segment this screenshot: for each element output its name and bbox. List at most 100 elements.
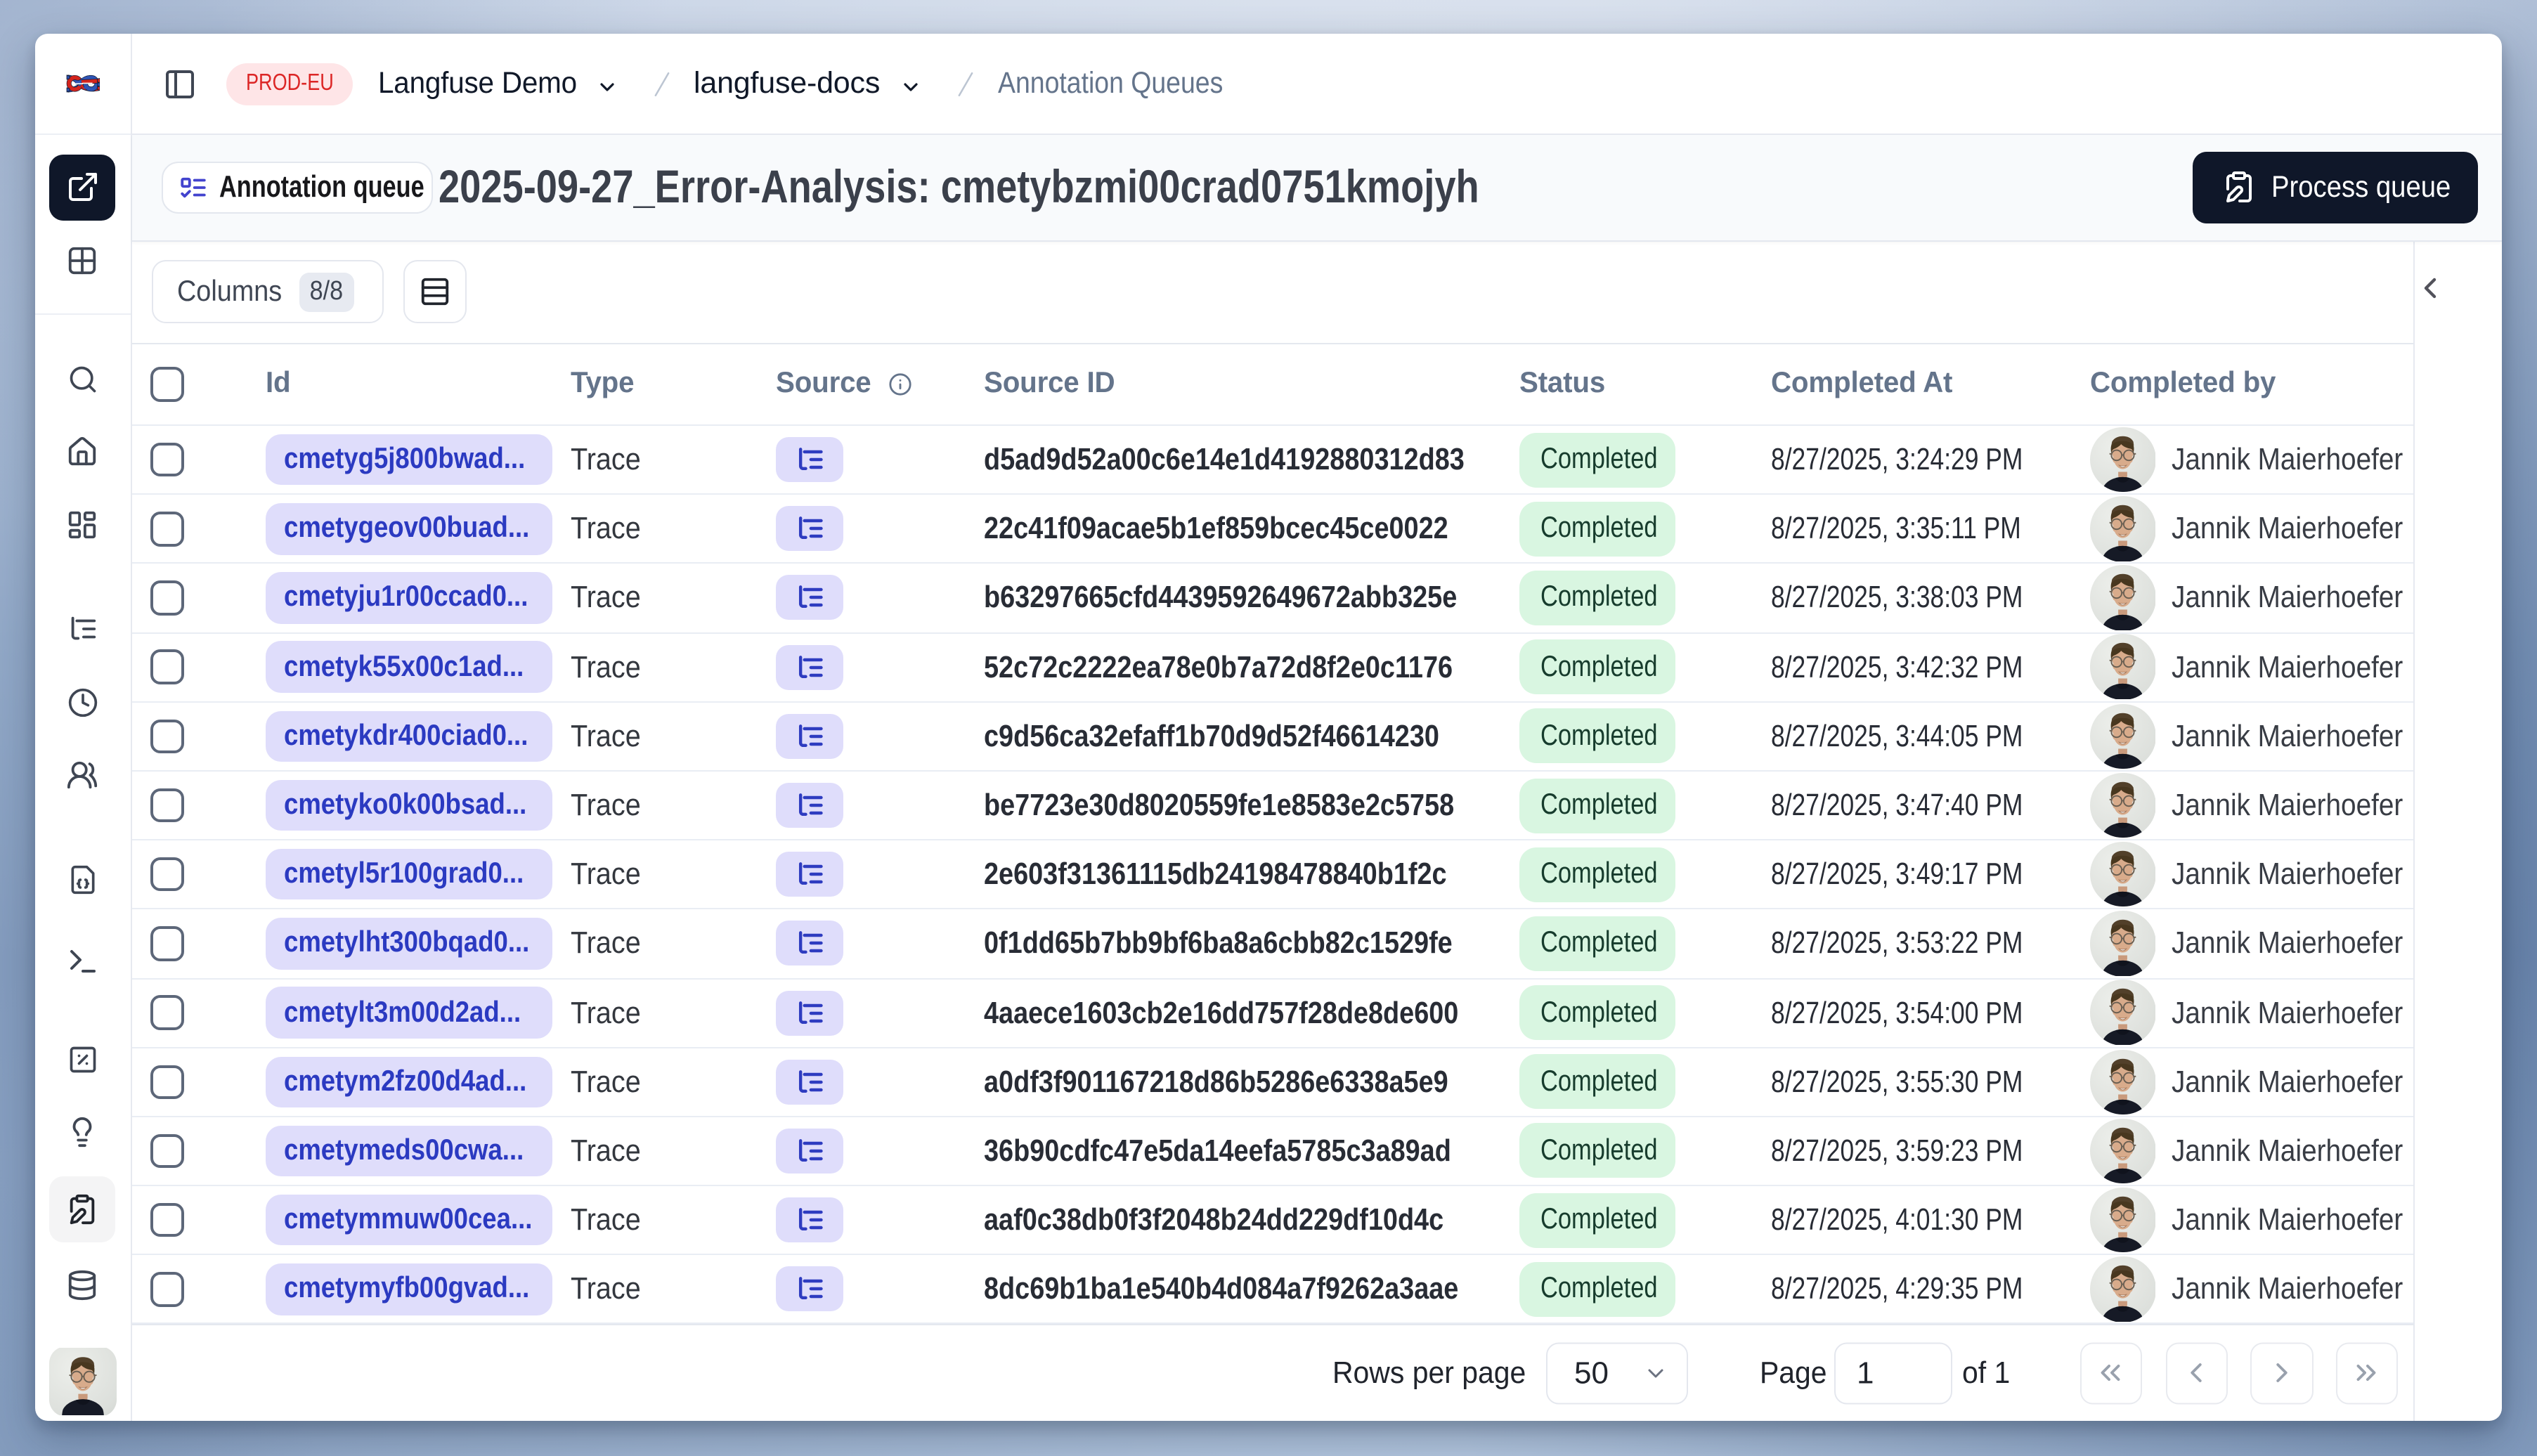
item-id-pill[interactable]: cmetyl5r100grad0... [266, 848, 552, 900]
sidebar-item-judge[interactable] [50, 1099, 116, 1165]
row-checkbox[interactable] [150, 788, 184, 823]
list-tree-icon [798, 516, 823, 540]
column-header-status[interactable]: Status [1498, 368, 1749, 401]
page-number-input[interactable]: 1 [1834, 1342, 1952, 1404]
item-id-pill[interactable]: cmetylht300bqad0... [266, 918, 552, 970]
completed-by-name: Jannik Maierhoefer [2171, 856, 2403, 892]
source-trace-chip[interactable] [776, 575, 843, 620]
table-row[interactable]: cmetym2fz00d4ad... Trace a0df3f901167218… [131, 1048, 2413, 1117]
langfuse-logo-icon[interactable] [65, 72, 100, 96]
table-row[interactable]: cmetymmuw00cea... Trace aaf0c38db0f3f204… [131, 1186, 2413, 1256]
sidebar-item-annotation-queues[interactable] [49, 1176, 116, 1242]
column-header-type[interactable]: Type [550, 368, 755, 401]
sidebar-item-go-to-project[interactable] [49, 154, 116, 220]
table-row[interactable]: cmetykdr400ciad0... Trace c9d56ca32efaff… [131, 703, 2413, 772]
source-trace-chip[interactable] [776, 644, 843, 690]
columns-button[interactable]: Columns 8/8 [152, 259, 384, 324]
breadcrumb-project[interactable]: langfuse-docs [694, 66, 921, 101]
source-trace-chip[interactable] [776, 1059, 843, 1105]
collapse-panel-button[interactable] [2413, 271, 2447, 304]
avatar-photo [2090, 911, 2155, 977]
table-row[interactable]: cmetylht300bqad0... Trace 0f1dd65b7bb9bf… [131, 910, 2413, 979]
next-page-button[interactable] [2250, 1342, 2313, 1404]
sidebar-item-users[interactable] [50, 742, 116, 808]
source-trace-chip[interactable] [776, 852, 843, 897]
row-checkbox[interactable] [150, 512, 184, 547]
table-row[interactable]: cmetyk55x00c1ad... Trace 52c72c2222ea78e… [131, 633, 2413, 703]
item-id-pill[interactable]: cmetygeov00buad... [266, 503, 552, 555]
table-row[interactable]: cmetygeov00buad... Trace 22c41f09acae5b1… [131, 495, 2413, 564]
breadcrumb-org[interactable]: Langfuse Demo [377, 66, 618, 101]
completed-by-avatar [2090, 772, 2155, 838]
source-trace-chip[interactable] [776, 713, 843, 759]
column-header-completed-at[interactable]: Completed At [1749, 368, 2069, 401]
row-checkbox[interactable] [150, 1133, 184, 1169]
sidebar-item-table-view[interactable] [50, 227, 116, 293]
user-avatar[interactable] [49, 1346, 117, 1417]
sidebar-item-prompts[interactable] [50, 846, 116, 912]
source-trace-chip[interactable] [776, 437, 843, 483]
process-queue-button[interactable]: Process queue [2192, 151, 2478, 223]
first-page-button[interactable] [2079, 1342, 2142, 1404]
item-id-pill[interactable]: cmetyju1r00ccad0... [266, 572, 552, 624]
row-checkbox[interactable] [150, 580, 184, 616]
search-icon [70, 365, 96, 392]
last-page-button[interactable] [2335, 1342, 2398, 1404]
column-header-completed-by[interactable]: Completed by [2069, 368, 2413, 401]
row-checkbox[interactable] [150, 857, 184, 892]
avatar-photo [2090, 565, 2155, 631]
clipboard-pen-icon [2221, 171, 2255, 204]
sidebar-item-evaluation[interactable] [50, 1026, 116, 1092]
column-header-source-id[interactable]: Source ID [963, 368, 1498, 401]
row-checkbox[interactable] [150, 1065, 184, 1100]
source-id-text: aaf0c38db0f3f2048b24dd229df10d4c [984, 1202, 1444, 1237]
item-id-pill[interactable]: cmetymeds00cwa... [266, 1125, 552, 1177]
table-row[interactable]: cmetylt3m00d2ad... Trace 4aaece1603cb2e1… [131, 979, 2413, 1048]
item-id-pill[interactable]: cmetyko0k00bsad... [266, 779, 552, 831]
source-trace-chip[interactable] [776, 1197, 843, 1243]
sidebar-item-sessions[interactable] [50, 669, 116, 735]
table-row[interactable]: cmetyg5j800bwad... Trace d5ad9d52a00c6e1… [131, 426, 2413, 495]
item-id-pill[interactable]: cmetymyfb00gvad... [266, 1263, 552, 1315]
table-row[interactable]: cmetyko0k00bsad... Trace be7723e30d80205… [131, 772, 2413, 841]
sidebar-item-playground[interactable] [50, 928, 116, 994]
column-header-id[interactable]: Id [245, 368, 550, 401]
table-row[interactable]: cmetymyfb00gvad... Trace 8dc69b1ba1e540b… [131, 1256, 2413, 1324]
source-trace-chip[interactable] [776, 506, 843, 552]
rows-per-page-select[interactable]: 50 [1546, 1342, 1688, 1404]
source-trace-chip[interactable] [776, 1128, 843, 1174]
item-id-pill[interactable]: cmetylt3m00d2ad... [266, 987, 552, 1039]
sidebar-item-dashboards[interactable] [50, 492, 116, 558]
row-checkbox[interactable] [150, 719, 184, 754]
source-trace-chip[interactable] [776, 990, 843, 1036]
source-trace-chip[interactable] [776, 921, 843, 966]
list-tree-icon [798, 655, 823, 678]
source-trace-chip[interactable] [776, 1266, 843, 1312]
row-checkbox[interactable] [150, 1202, 184, 1237]
item-id-pill[interactable]: cmetymmuw00cea... [266, 1194, 552, 1246]
item-id-pill[interactable]: cmetykdr400ciad0... [266, 710, 552, 762]
table-row[interactable]: cmetymeds00cwa... Trace 36b90cdfc47e5da1… [131, 1117, 2413, 1187]
row-checkbox[interactable] [150, 1272, 184, 1307]
item-id-pill[interactable]: cmetyk55x00c1ad... [266, 641, 552, 693]
row-checkbox[interactable] [150, 442, 184, 477]
row-checkbox[interactable] [150, 649, 184, 684]
completed-at-text: 8/27/2025, 3:35:11 PM [1770, 510, 2020, 546]
prev-page-button[interactable] [2165, 1342, 2228, 1404]
sidebar-toggle-icon[interactable] [162, 67, 196, 100]
row-height-button[interactable] [403, 259, 467, 324]
table-row[interactable]: cmetyju1r00ccad0... Trace b63297665cfd44… [131, 564, 2413, 634]
sidebar-item-tracing[interactable] [50, 596, 116, 662]
sidebar-item-datasets[interactable] [50, 1252, 116, 1318]
avatar-photo [2090, 496, 2155, 562]
item-id-pill[interactable]: cmetym2fz00d4ad... [266, 1056, 552, 1108]
row-checkbox[interactable] [150, 995, 184, 1030]
source-trace-chip[interactable] [776, 783, 843, 828]
select-all-checkbox[interactable] [150, 367, 184, 401]
row-checkbox[interactable] [150, 926, 184, 961]
sidebar-item-home[interactable] [50, 419, 116, 485]
sidebar-item-search[interactable] [50, 346, 116, 412]
column-header-source[interactable]: Source [755, 368, 963, 401]
item-id-pill[interactable]: cmetyg5j800bwad... [266, 434, 552, 486]
table-row[interactable]: cmetyl5r100grad0... Trace 2e603f31361115… [131, 840, 2413, 910]
